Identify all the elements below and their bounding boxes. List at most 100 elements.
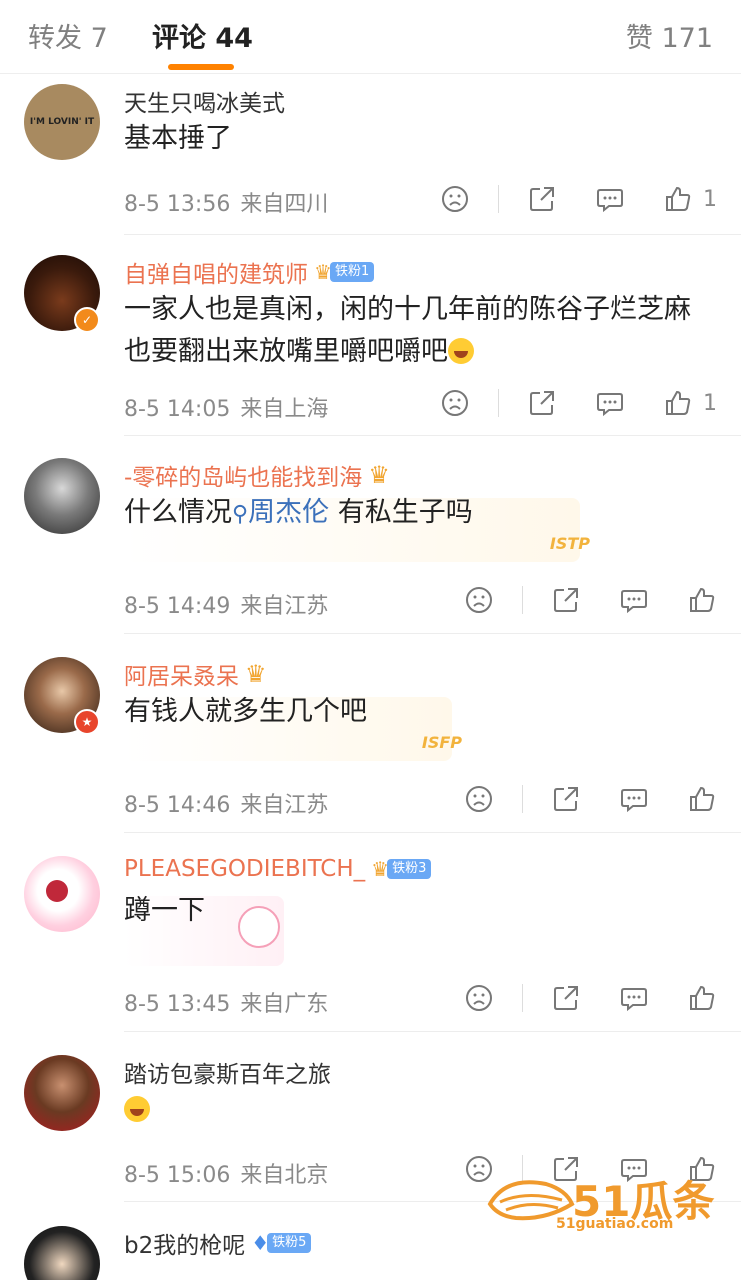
share-icon bbox=[530, 391, 554, 415]
action-divider bbox=[522, 984, 523, 1012]
like-count: 1 bbox=[703, 390, 717, 416]
comment-meta: 8-5 14:46 来自江苏 bbox=[124, 787, 328, 819]
dislike-button[interactable] bbox=[464, 784, 494, 814]
fan-badge: ♛ 铁粉1 bbox=[314, 260, 375, 284]
timestamp: 8-5 13:56 bbox=[124, 192, 231, 217]
like-button[interactable] bbox=[687, 983, 717, 1013]
action-divider bbox=[498, 185, 499, 213]
decoration-text: ISTP bbox=[549, 534, 590, 553]
comment-text: 什么情况⚲周杰伦 有私生子吗 bbox=[124, 497, 473, 528]
dislike-button[interactable] bbox=[440, 184, 470, 214]
dislike-button[interactable] bbox=[440, 388, 470, 418]
comment-actions: 1 bbox=[440, 182, 717, 216]
comment-icon bbox=[597, 393, 623, 417]
username[interactable]: b2我的枪呢 ♦ 铁粉5 bbox=[124, 1226, 312, 1260]
reply-button[interactable] bbox=[595, 184, 625, 214]
location: 来自四川 bbox=[240, 192, 329, 217]
username[interactable]: 自弹自唱的建筑师 ♛ 铁粉1 bbox=[124, 255, 375, 289]
comment-meta: 8-5 15:06 来自北京 bbox=[124, 1157, 328, 1189]
avatar[interactable] bbox=[24, 458, 100, 534]
avatar-text: I'M LOVIN' IT bbox=[29, 117, 95, 127]
laugh-emoji-icon bbox=[448, 338, 474, 364]
frown-icon bbox=[466, 587, 492, 613]
comment-tabs: 转发 7 评论 44 赞 171 bbox=[0, 0, 741, 74]
comment-text: 一家人也是真闲，闲的十几年前的陈谷子烂芝麻也要翻出来放嘴里嚼吧嚼吧 bbox=[124, 294, 691, 367]
divider bbox=[124, 435, 741, 436]
crown-icon: ♛ bbox=[368, 461, 390, 489]
topic-link[interactable]: ⚲周杰伦 bbox=[232, 497, 329, 528]
tab-likes[interactable]: 赞 171 bbox=[626, 16, 713, 55]
location: 来自江苏 bbox=[240, 793, 329, 818]
comment-meta: 8-5 13:56 来自四川 bbox=[124, 186, 328, 218]
avatar[interactable] bbox=[24, 1055, 100, 1131]
share-button[interactable] bbox=[551, 983, 581, 1013]
timestamp: 8-5 14:05 bbox=[124, 397, 231, 422]
username[interactable]: 天生只喝冰美式 bbox=[124, 84, 285, 118]
avatar[interactable] bbox=[24, 1226, 100, 1280]
share-icon bbox=[554, 588, 578, 612]
avatar[interactable]: I'M LOVIN' IT bbox=[24, 84, 100, 160]
timestamp: 8-5 14:49 bbox=[124, 594, 231, 619]
thumbs-up-icon bbox=[690, 587, 715, 612]
thumbs-up-icon bbox=[666, 186, 691, 211]
like-button[interactable]: 1 bbox=[663, 388, 717, 418]
watermark-url: 51guatiao.com bbox=[556, 1216, 674, 1232]
action-divider bbox=[498, 389, 499, 417]
bow-icon bbox=[46, 880, 68, 902]
divider bbox=[124, 633, 741, 634]
username[interactable]: 踏访包豪斯百年之旅 bbox=[124, 1055, 331, 1089]
timestamp: 8-5 13:45 bbox=[124, 992, 231, 1017]
reply-button[interactable] bbox=[619, 585, 649, 615]
username[interactable]: -零碎的岛屿也能找到海 ♛ bbox=[124, 458, 390, 492]
comment-meta: 8-5 13:45 来自广东 bbox=[124, 986, 328, 1018]
comment-meta: 8-5 14:49 来自江苏 bbox=[124, 588, 328, 620]
fan-badge: ♛ 铁粉3 bbox=[371, 857, 432, 881]
dislike-button[interactable] bbox=[464, 983, 494, 1013]
dislike-button[interactable] bbox=[464, 585, 494, 615]
share-button[interactable] bbox=[527, 388, 557, 418]
share-button[interactable] bbox=[527, 184, 557, 214]
share-icon bbox=[530, 187, 554, 211]
fan-badge: ♦ 铁粉5 bbox=[251, 1231, 312, 1255]
share-button[interactable] bbox=[551, 585, 581, 615]
comment-text: 基本捶了 bbox=[124, 123, 232, 154]
laugh-emoji-icon bbox=[124, 1096, 150, 1122]
share-button[interactable] bbox=[551, 784, 581, 814]
avatar[interactable] bbox=[24, 856, 100, 932]
action-divider bbox=[522, 785, 523, 813]
divider bbox=[124, 234, 741, 235]
comment-icon bbox=[621, 988, 647, 1012]
tab-comments[interactable]: 评论 44 bbox=[152, 16, 253, 55]
like-button[interactable]: 1 bbox=[663, 184, 717, 214]
verified-badge-icon: ✓ bbox=[74, 307, 100, 333]
comment-actions: 1 bbox=[440, 386, 717, 420]
comment-actions bbox=[464, 782, 717, 816]
reply-button[interactable] bbox=[619, 983, 649, 1013]
reply-button[interactable] bbox=[619, 784, 649, 814]
thumbs-up-icon bbox=[690, 786, 715, 811]
share-icon bbox=[554, 986, 578, 1010]
location: 来自广东 bbox=[240, 992, 329, 1017]
location: 来自江苏 bbox=[240, 594, 329, 619]
username[interactable]: 阿居呆叒呆 ♛ bbox=[124, 657, 267, 691]
tab-repost[interactable]: 转发 7 bbox=[28, 16, 108, 55]
comment-icon bbox=[621, 590, 647, 614]
frown-icon bbox=[442, 186, 468, 212]
search-icon: ⚲ bbox=[232, 502, 249, 527]
thumbs-up-icon bbox=[666, 390, 691, 415]
crown-icon: ♛ bbox=[245, 660, 267, 688]
location: 来自北京 bbox=[240, 1163, 329, 1188]
like-button[interactable] bbox=[687, 784, 717, 814]
frown-icon bbox=[442, 390, 468, 416]
username[interactable]: PLEASEGODIEBITCH_ ♛ 铁粉3 bbox=[124, 856, 432, 882]
star-badge-icon: ★ bbox=[74, 709, 100, 735]
frown-icon bbox=[466, 985, 492, 1011]
divider bbox=[124, 832, 741, 833]
decoration-text: ISFP bbox=[421, 733, 462, 752]
location: 来自上海 bbox=[240, 397, 329, 422]
like-button[interactable] bbox=[687, 585, 717, 615]
share-icon bbox=[554, 787, 578, 811]
reply-button[interactable] bbox=[595, 388, 625, 418]
site-watermark: 51瓜条 51guatiao.com bbox=[486, 1166, 726, 1236]
thumbs-up-icon bbox=[690, 985, 715, 1010]
